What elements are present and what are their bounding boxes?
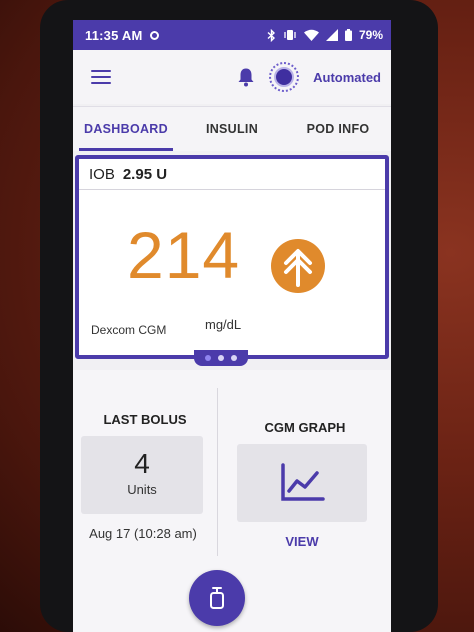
bell-icon[interactable] [237, 67, 255, 87]
notification-dot-icon [150, 30, 160, 40]
app-header: Automated [73, 50, 391, 104]
last-bolus-amount: 4 [134, 448, 150, 479]
tab-bar: DASHBOARD INSULIN POD INFO [73, 106, 391, 151]
iob-label: IOB [89, 165, 115, 183]
battery-percent: 79% [358, 28, 383, 42]
last-bolus-title: LAST BOLUS [103, 412, 187, 427]
iob-row: IOB 2.95 U [79, 159, 385, 190]
line-chart-icon [281, 463, 325, 501]
last-bolus-box: 4 Units [81, 436, 203, 514]
tab-pod-info[interactable]: POD INFO [285, 107, 391, 151]
status-time: 11:35 AM [85, 27, 143, 43]
pager-dot-1[interactable] [205, 355, 211, 361]
cgm-graph-box[interactable] [237, 444, 367, 522]
last-bolus-datetime: Aug 17 (10:28 am) [89, 526, 197, 541]
cgm-graph-title: CGM GRAPH [264, 420, 346, 435]
battery-icon [344, 29, 352, 41]
glucose-value: 214 [127, 218, 241, 292]
last-bolus-unit: Units [127, 482, 157, 497]
pod-status-icon[interactable] [269, 62, 300, 92]
glucose-unit: mg/dL [205, 317, 242, 332]
wifi-icon [303, 29, 319, 41]
tab-insulin[interactable]: INSULIN [179, 107, 285, 151]
cgm-graph-view-link[interactable]: VIEW [219, 534, 385, 549]
tab-dashboard[interactable]: DASHBOARD [73, 107, 179, 151]
vibrate-icon [284, 30, 296, 40]
cgm-source: Dexcom CGM [91, 323, 167, 337]
mode-label: Automated [313, 69, 381, 85]
bolus-icon [210, 587, 224, 609]
pager-dot-3[interactable] [231, 355, 237, 361]
bolus-button[interactable] [189, 570, 245, 626]
iob-value: 2.95 U [122, 165, 168, 183]
dashboard-lower: LAST BOLUS 4 Units Aug 17 (10:28 am) CGM… [73, 370, 391, 632]
section-divider [217, 388, 218, 556]
status-bar: 11:35 AM 79% [73, 20, 391, 50]
pager-dot-2[interactable] [218, 355, 224, 361]
double-up-arrow-icon [271, 239, 325, 293]
signal-icon [325, 29, 338, 41]
cgm-card[interactable]: IOB 2.95 U 214 Dexcom CGM mg/dL [75, 155, 389, 359]
app-screen: 11:35 AM 79% Automated DASHBOARD INSULIN… [73, 20, 391, 632]
menu-icon[interactable] [91, 66, 111, 88]
card-pager[interactable] [194, 350, 248, 366]
bluetooth-icon [267, 28, 275, 42]
